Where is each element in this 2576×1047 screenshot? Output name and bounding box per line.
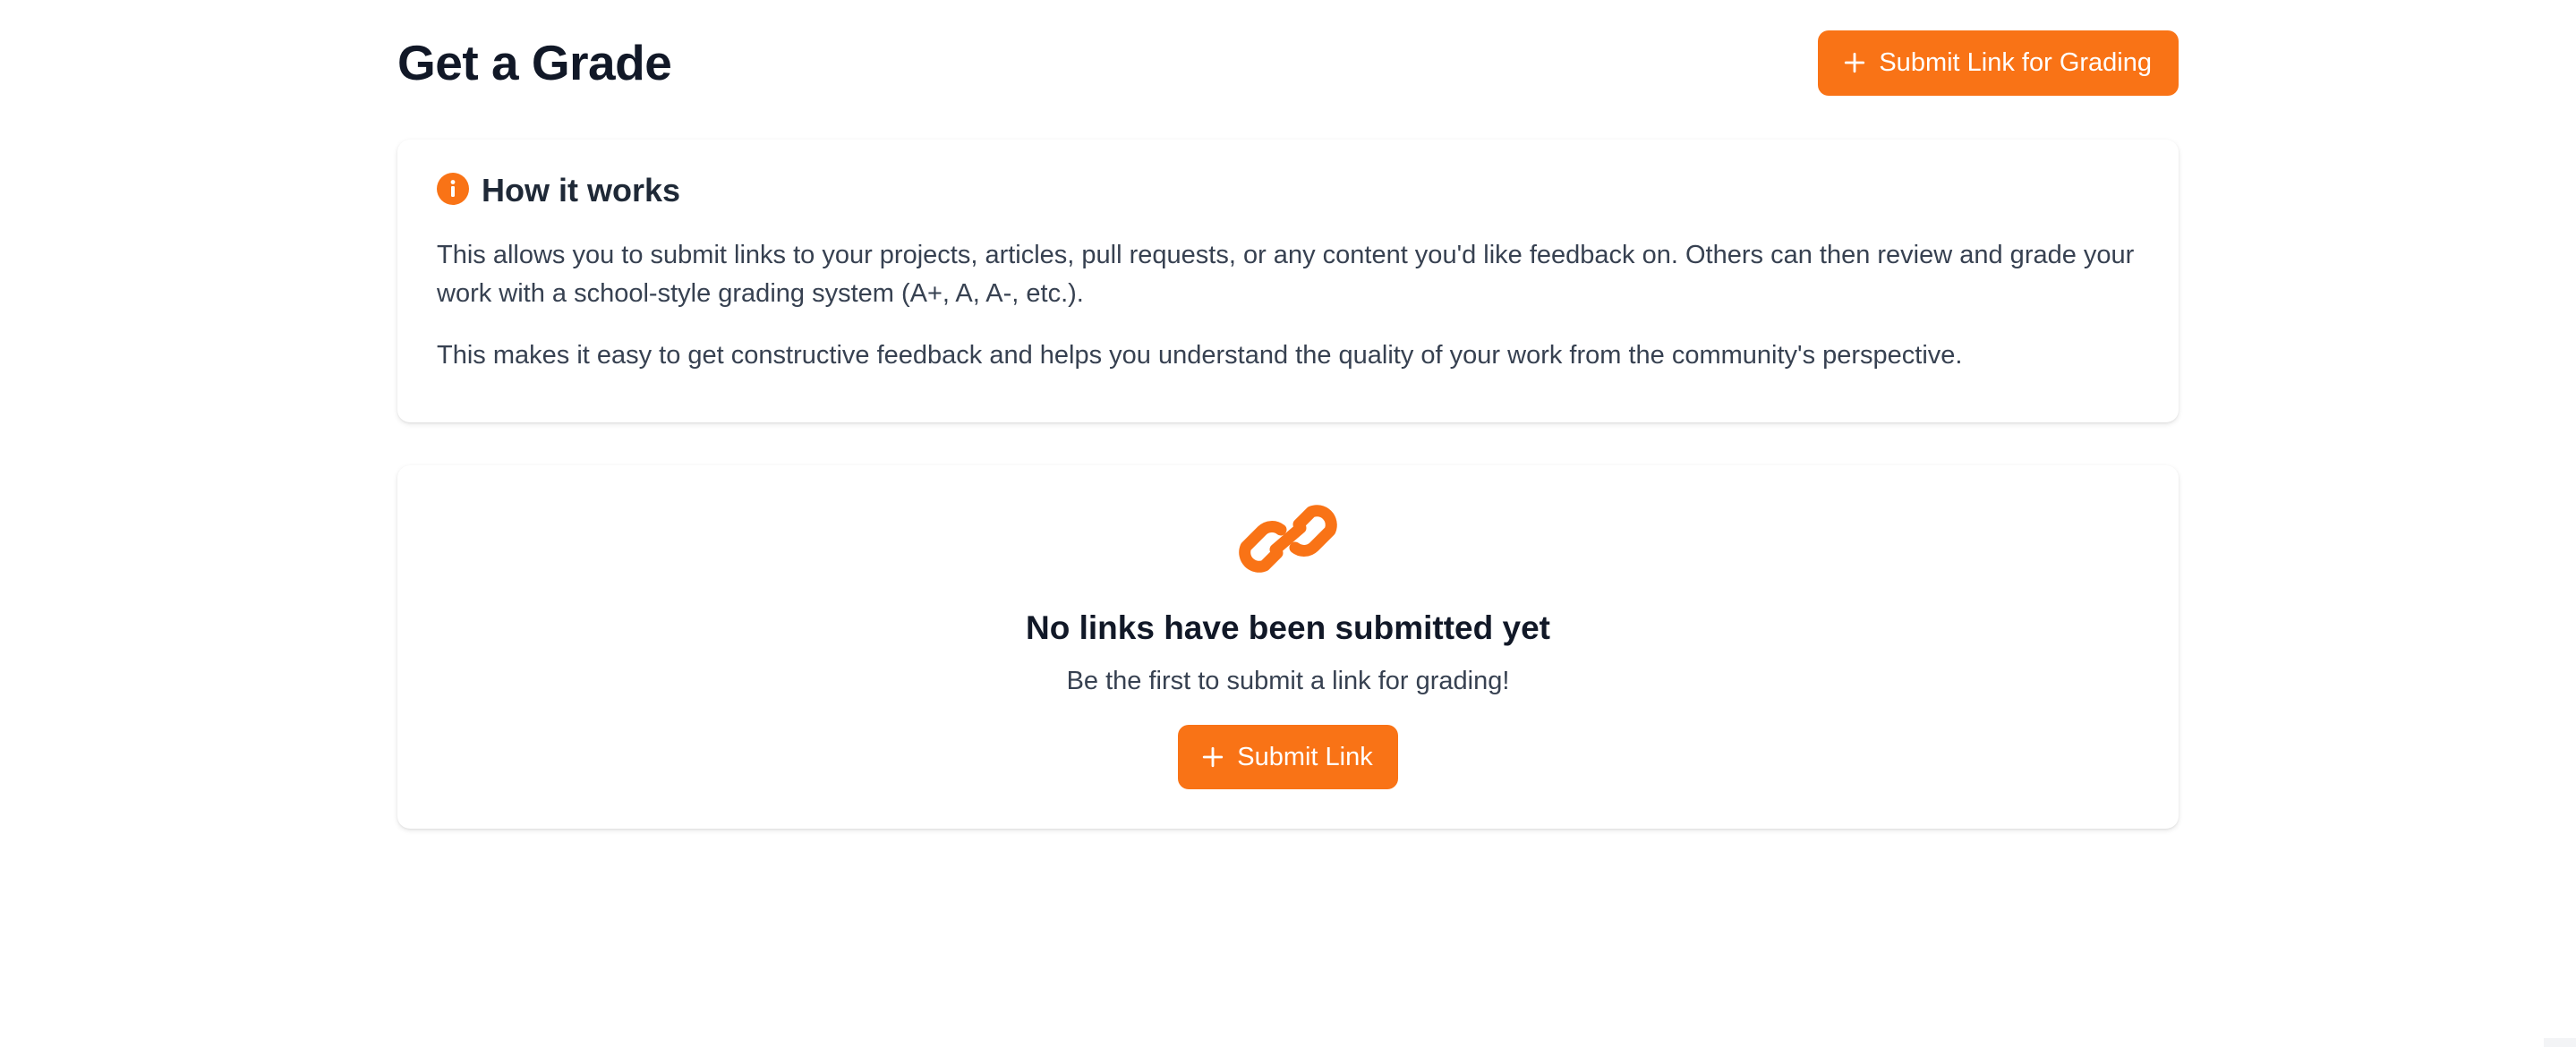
submit-link-button[interactable]: Submit Link — [1178, 725, 1398, 789]
how-it-works-header: How it works — [437, 172, 2139, 209]
submit-link-for-grading-label: Submit Link for Grading — [1879, 47, 2152, 77]
main-container: Get a Grade Submit Link for Grading How … — [397, 0, 2179, 829]
how-it-works-card: How it works This allows you to submit l… — [397, 140, 2179, 422]
submit-link-label: Submit Link — [1237, 742, 1373, 771]
empty-state-subtitle: Be the first to submit a link for gradin… — [1066, 667, 1510, 695]
how-it-works-title: How it works — [482, 172, 681, 209]
empty-state-card: No links have been submitted yet Be the … — [397, 465, 2179, 829]
submit-link-for-grading-button[interactable]: Submit Link for Grading — [1818, 30, 2179, 96]
link-icon — [1238, 498, 1338, 584]
plus-icon — [1201, 745, 1224, 769]
page-title: Get a Grade — [397, 35, 672, 90]
page: Get a Grade Submit Link for Grading How … — [0, 0, 2576, 1047]
corner-widget — [2544, 1038, 2576, 1047]
empty-state-title: No links have been submitted yet — [1026, 609, 1550, 646]
info-icon — [437, 172, 469, 209]
page-header: Get a Grade Submit Link for Grading — [397, 0, 2179, 125]
plus-icon — [1843, 51, 1866, 74]
how-it-works-paragraph-1: This allows you to submit links to your … — [437, 241, 2135, 308]
how-it-works-paragraph-2: This makes it easy to get constructive f… — [437, 341, 1963, 370]
